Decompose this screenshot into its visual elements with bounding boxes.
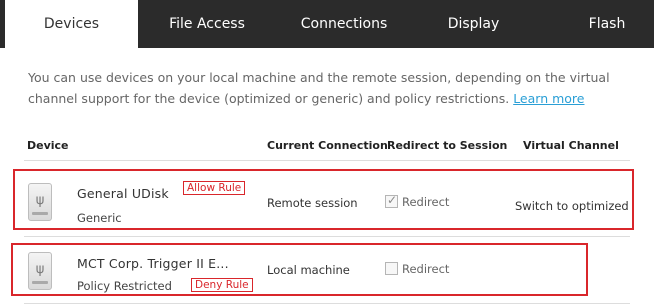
- learn-more-link[interactable]: Learn more: [513, 91, 584, 106]
- header-virtual-channel: Virtual Channel: [523, 139, 619, 152]
- device-name: General UDisk: [77, 186, 169, 201]
- header-redirect-to-session: Redirect to Session: [387, 139, 508, 152]
- deny-rule-label: Deny Rule: [191, 278, 253, 292]
- usb-icon: ψ: [28, 183, 52, 221]
- current-connection: Local machine: [267, 263, 350, 277]
- row-divider: [24, 303, 630, 304]
- tab-file-access[interactable]: File Access: [138, 0, 276, 48]
- device-name: MCT Corp. Trigger II E...: [77, 256, 229, 271]
- tab-connections[interactable]: Connections: [276, 0, 412, 48]
- header-device: Device: [27, 139, 69, 152]
- device-type: Generic: [77, 211, 122, 225]
- row-divider: [24, 236, 630, 237]
- device-status: Policy Restricted: [77, 279, 172, 293]
- usb-icon: ψ: [28, 252, 52, 290]
- tab-flash[interactable]: Flash: [560, 0, 654, 48]
- intro-text: You can use devices on your local machin…: [28, 67, 628, 109]
- switch-to-optimized-link[interactable]: Switch to optimized: [515, 199, 629, 213]
- redirect-label: Redirect: [402, 195, 450, 209]
- header-divider: [24, 160, 630, 161]
- allow-rule-label: Allow Rule: [183, 181, 246, 195]
- redirect-label: Redirect: [402, 262, 450, 276]
- current-connection: Remote session: [267, 196, 358, 210]
- redirect-checkbox[interactable]: [385, 262, 398, 275]
- tab-devices[interactable]: Devices: [5, 0, 138, 48]
- checkmark-icon: ✓: [387, 193, 398, 207]
- tab-display[interactable]: Display: [412, 0, 535, 48]
- header-current-connection: Current Connection: [267, 139, 388, 152]
- redirect-checkbox[interactable]: ✓: [385, 193, 398, 208]
